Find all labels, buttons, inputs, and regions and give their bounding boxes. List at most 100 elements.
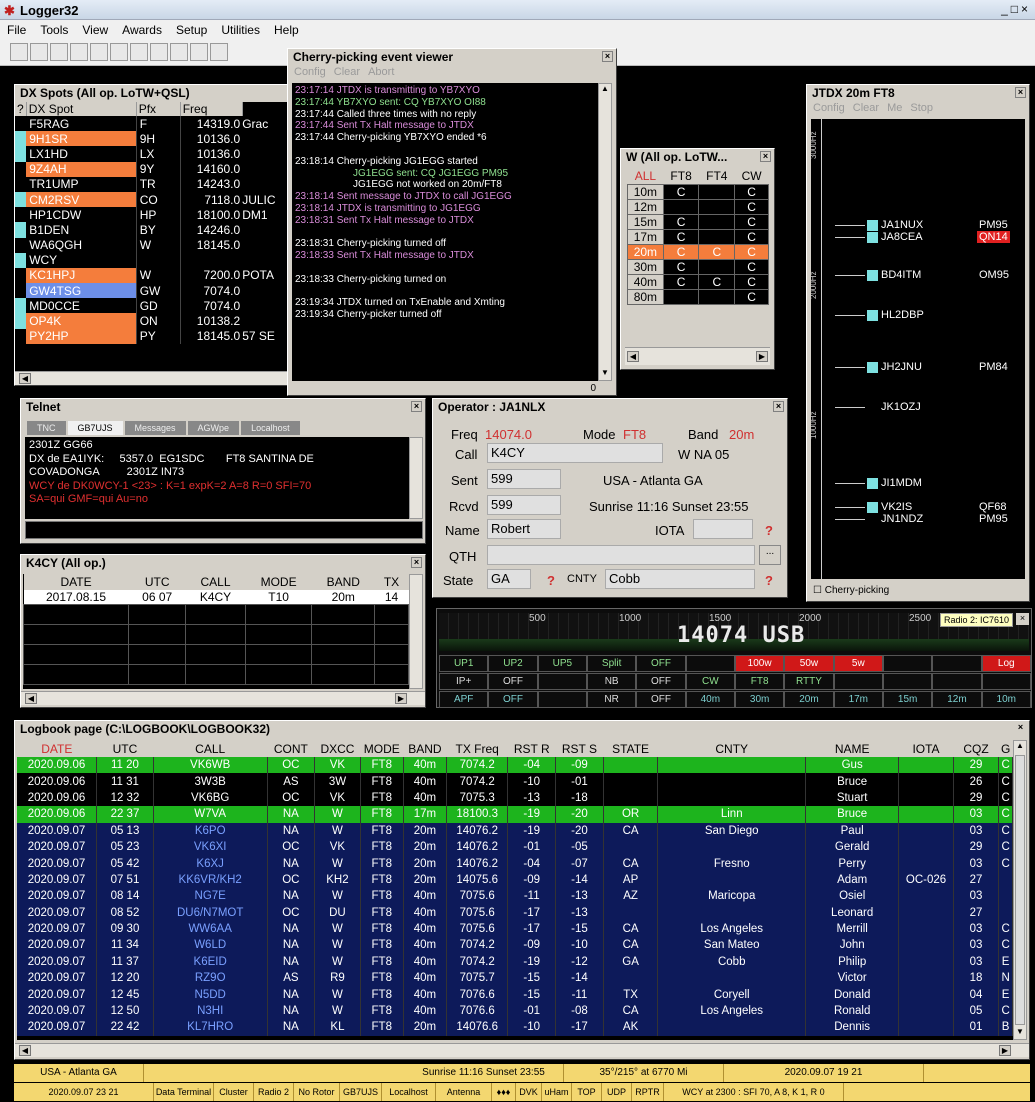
radio-button-30m[interactable]: 30m (734, 691, 785, 708)
dx-spot-row[interactable]: 9Z4AH 9Y 14160.0 (15, 161, 293, 177)
logbook-col-header[interactable]: CQZ (953, 740, 998, 757)
w-col-header[interactable]: FT4 (699, 168, 735, 185)
logbook-row[interactable]: 2020.09.06 11 20 VK6WB OC VK FT8 40m 7074.2 -04-… (17, 757, 1013, 774)
w-hscroll[interactable]: ◀ ▶ (625, 347, 770, 365)
logbook-col-header[interactable]: STATE (603, 740, 658, 757)
logbook-col-header[interactable]: BAND (403, 740, 446, 757)
jtdx-call[interactable]: JK1OZJ (881, 401, 921, 413)
close-icon[interactable]: × (1015, 723, 1026, 734)
logbook-row[interactable]: 2020.09.06 22 37 W7VA NA W FT8 17m 18100.3 -19 -2… (17, 806, 1013, 823)
logbook-col-header[interactable]: TX Freq (447, 740, 508, 757)
undo-icon[interactable] (50, 43, 68, 61)
logbook-row[interactable]: 2020.09.07 08 52 DU6/N7MOT OC DU FT8 40m 7075.6… (17, 904, 1013, 921)
cnty-field[interactable]: Cobb (605, 569, 755, 589)
state-field[interactable]: GA (487, 569, 531, 589)
status2-cell[interactable]: RPTR (632, 1083, 664, 1101)
telnet-input[interactable] (25, 521, 423, 539)
logbook-row[interactable]: 2020.09.07 22 42 KL7HRO NA KL FT8 20m 14076.6 -1… (17, 1019, 1013, 1036)
logbook-col-header[interactable]: DATE (17, 740, 97, 757)
logbook-vscroll[interactable]: ▲ ▼ (1013, 740, 1027, 1040)
radio-button-ip+[interactable]: IP+ (439, 673, 489, 690)
rcvd-field[interactable]: 599 (487, 495, 561, 515)
radio-button-off[interactable]: OFF (488, 691, 538, 708)
cherry-menu-config[interactable]: Config (294, 66, 326, 78)
k4cy-col-header[interactable]: DATE (24, 574, 129, 590)
logbook-row[interactable]: 2020.09.06 12 32 VK6BG OC VK FT8 40m 7075.3 -13-… (17, 789, 1013, 807)
cherry-checkbox[interactable]: ☐ Cherry-picking (813, 585, 889, 596)
logbook-row[interactable]: 2020.09.07 09 30 WW6AA NA W FT8 40m 7075.6 -17 -1… (17, 920, 1013, 938)
w-band-row[interactable]: 40m C C C (627, 274, 769, 290)
logbook-col-header[interactable]: IOTA (899, 740, 954, 757)
dx-spot-row[interactable]: F5RAG F 14319.0 Grac (15, 116, 293, 132)
radio-button-blank[interactable] (932, 655, 982, 672)
k4cy-vscroll[interactable] (409, 574, 423, 689)
w-col-header[interactable]: FT8 (663, 168, 699, 185)
radio-button-15m[interactable]: 15m (882, 691, 933, 708)
status2-cell[interactable]: TOP (572, 1083, 602, 1101)
radio-button-up5[interactable]: UP5 (537, 655, 587, 672)
status2-cell[interactable]: Cluster (214, 1083, 254, 1101)
telnet-tab-agwpe[interactable]: AGWpe (187, 421, 240, 435)
close-icon[interactable]: × (411, 557, 422, 568)
map-icon[interactable] (190, 43, 208, 61)
logbook-row[interactable]: 2020.09.07 12 45 N5DD NA W FT8 40m 7076.6 -15 -11… (17, 986, 1013, 1003)
w-band-row[interactable]: 80m C (627, 289, 769, 305)
dx-spot-row[interactable]: PY2HP PY 18145.0 57 SE (15, 328, 293, 344)
radio-button-split[interactable]: Split (586, 655, 637, 672)
radio-button-up1[interactable]: UP1 (439, 655, 489, 672)
status2-cell[interactable]: uHam (542, 1083, 572, 1101)
radio-button-off[interactable]: OFF (488, 673, 538, 690)
dx-spot-row[interactable]: B1DEN BY 14246.0 (15, 222, 293, 238)
logbook-col-header[interactable]: MODE (360, 740, 403, 757)
dx-spots-hscroll[interactable]: ◀ (15, 371, 293, 385)
radio-button-ft8[interactable]: FT8 (734, 673, 785, 690)
spot-icon[interactable] (110, 43, 128, 61)
logbook-row[interactable]: 2020.09.07 07 51 KK6VR/KH2 OC KH2 FT8 20m 14075… (17, 871, 1013, 889)
w-band-row[interactable]: 17m C C (627, 229, 769, 245)
close-icon[interactable]: × (773, 401, 784, 412)
dx-spot-row[interactable]: MD0CCE GD 7074.0 (15, 298, 293, 314)
dx-spot-row[interactable]: CM2RSV CO 7118.0 JULIC (15, 191, 293, 208)
logbook-col-header[interactable]: RST S (556, 740, 604, 757)
logbook-row[interactable]: 2020.09.07 08 14 NG7E NA W FT8 40m 7075.6 -11 -13… (17, 888, 1013, 905)
status2-cell[interactable]: UDP (602, 1083, 632, 1101)
menu-file[interactable]: File (0, 20, 33, 40)
dx-spot-row[interactable]: TR1UMP TR 14243.0 (15, 176, 293, 192)
close-icon[interactable]: × (1015, 87, 1026, 98)
radio-button-blank[interactable] (882, 655, 933, 672)
qth-field[interactable] (487, 545, 755, 565)
k4cy-col-header[interactable]: UTC (129, 574, 186, 590)
status2-cell[interactable]: Antenna (436, 1083, 492, 1101)
jtdx-call[interactable]: JI1MDM (881, 477, 922, 489)
logbook-row[interactable]: 2020.09.07 12 50 N3HI NA W FT8 40m 7076.6 -01 -08… (17, 1002, 1013, 1020)
dx-col-header[interactable]: Pfx (136, 102, 181, 116)
w-band-row[interactable]: 20m C C C (627, 244, 769, 260)
w-band-row[interactable]: 30m C C (627, 259, 769, 275)
logbook-col-header[interactable]: CNTY (658, 740, 806, 757)
dx-spot-row[interactable]: WCY (15, 252, 293, 268)
dx-spot-row[interactable]: GW4TSG GW 7074.0 (15, 283, 293, 299)
logbook-col-header[interactable]: RST R (508, 740, 556, 757)
edit-icon[interactable] (70, 43, 88, 61)
state-help-icon[interactable]: ? (547, 573, 555, 588)
dx-col-header[interactable]: ? (15, 102, 27, 116)
iota-help-icon[interactable]: ? (765, 523, 773, 538)
menu-tools[interactable]: Tools (33, 20, 75, 40)
dx-col-header[interactable]: DX Spot (26, 102, 137, 116)
radio-button-nr[interactable]: NR (586, 691, 637, 708)
radio-button-log[interactable]: Log (981, 655, 1031, 672)
globe-icon[interactable] (150, 43, 168, 61)
telnet-vscroll[interactable] (409, 437, 423, 519)
jtdx-menu-stop[interactable]: Stop (910, 102, 933, 114)
radio-button-nb[interactable]: NB (586, 673, 637, 690)
logbook-col-header[interactable]: CALL (153, 740, 267, 757)
jtdx-call[interactable]: BD4ITM (881, 269, 921, 281)
w-band-row[interactable]: 15m C C (627, 214, 769, 230)
radio-button-10m[interactable]: 10m (981, 691, 1031, 708)
jtdx-menu-me[interactable]: Me (887, 102, 902, 114)
dx-spot-row[interactable]: HP1CDW HP 18100.0 DM1 (15, 207, 293, 223)
cnty-help-icon[interactable]: ? (765, 573, 773, 588)
logbook-col-header[interactable]: CONT (267, 740, 315, 757)
logbook-col-header[interactable]: UTC (97, 740, 154, 757)
jtdx-menu-config[interactable]: Config (813, 102, 845, 114)
